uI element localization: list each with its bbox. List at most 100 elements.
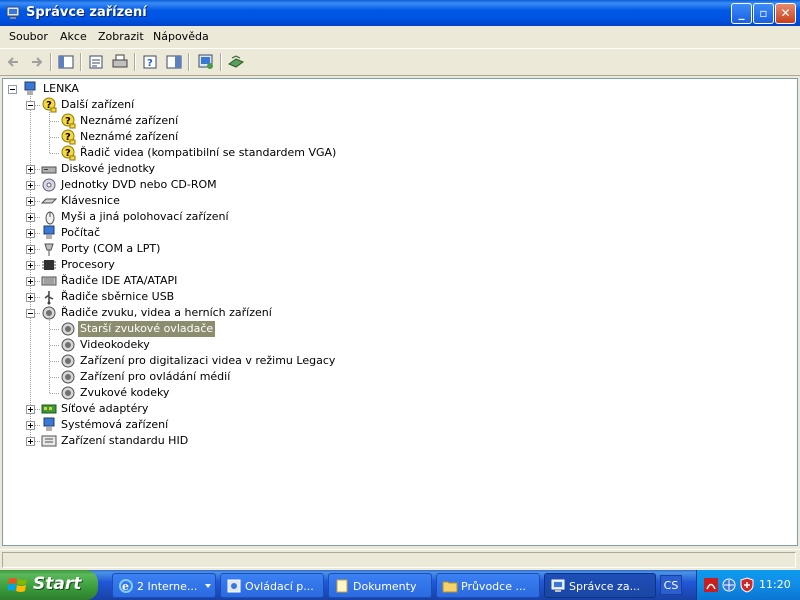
tree-device[interactable]: Videokodeky [3, 337, 603, 353]
print-icon[interactable] [110, 53, 130, 71]
clock: 11:20 [759, 578, 791, 591]
tree-category[interactable]: Myši a jiná polohovací zařízení [3, 209, 603, 225]
tree-node-label: Řadiče zvuku, videa a herních zařízení [61, 306, 272, 319]
device-tree[interactable]: LENKA? Další zařízení? Neznámé zařízení?… [2, 78, 798, 546]
language-indicator[interactable]: CS [660, 575, 682, 595]
system-device-icon [43, 417, 55, 431]
tree-category[interactable]: ? Další zařízení [3, 97, 603, 113]
tree-node-label: Starší zvukové ovladače [78, 321, 216, 337]
taskbar-item-label: Dokumenty [353, 580, 417, 593]
dropdown-arrow-icon [205, 584, 211, 588]
taskbar-item-device-manager[interactable]: Správce za... [544, 573, 656, 598]
tree-category[interactable]: Porty (COM a LPT) [3, 241, 603, 257]
computer-icon [551, 579, 565, 592]
minimize-button[interactable]: _ [731, 3, 752, 24]
forward-icon[interactable] [26, 53, 46, 71]
documents-icon [336, 579, 348, 593]
toolbar-separator [188, 53, 190, 71]
toolbar-separator [134, 53, 136, 71]
tree-node-label: Neznámé zařízení [80, 114, 179, 127]
tree-node-label: Neznámé zařízení [80, 130, 179, 143]
acrobat-icon[interactable] [703, 577, 719, 593]
usb-icon [44, 291, 54, 305]
tree-category[interactable]: Zařízení standardu HID [3, 433, 603, 449]
tree-category[interactable]: Procesory [3, 257, 603, 273]
computer-icon [6, 6, 20, 19]
tree-node-label: Řadiče IDE ATA/ATAPI [61, 274, 178, 287]
start-button[interactable]: Start [0, 570, 98, 600]
close-button[interactable]: ✕ [775, 3, 796, 24]
tree-root[interactable]: LENKA [3, 81, 303, 97]
menu-help[interactable]: Nápověda [153, 30, 209, 43]
show-hide-action-pane-icon[interactable] [164, 53, 184, 71]
status-bar-cell [2, 552, 796, 568]
tree-device[interactable]: Starší zvukové ovladače [3, 321, 603, 337]
tree-node-label: Další zařízení [61, 98, 135, 111]
taskbar-item-label: Ovládací p... [245, 580, 314, 593]
tree-device[interactable]: Zařízení pro ovládání médií [3, 369, 603, 385]
tree-node-label: Řadiče sběrnice USB [61, 290, 175, 303]
taskbar-item-internet-explorer[interactable]: e 2 Interne... [112, 573, 216, 598]
svg-text:e: e [122, 580, 129, 593]
unknown-device-icon: ? [61, 145, 76, 161]
taskbar-item-wizard[interactable]: Průvodce ... [436, 573, 540, 598]
network-adapter-icon [41, 404, 57, 414]
status-bar [0, 549, 800, 569]
sound-icon [61, 338, 75, 352]
computer-icon [43, 225, 55, 239]
taskbar-item-control-panel[interactable]: Ovládací p... [220, 573, 324, 598]
unknown-device-icon: ? [61, 129, 76, 145]
scan-hardware-icon[interactable] [196, 53, 216, 71]
windows-logo-icon [8, 578, 27, 592]
tree-category[interactable]: Řadiče IDE ATA/ATAPI [3, 273, 603, 289]
tree-category[interactable]: Počítač [3, 225, 603, 241]
menu-file[interactable]: Soubor [9, 30, 48, 43]
internet-explorer-icon: e [119, 579, 133, 593]
tree-node-label: Zařízení standardu HID [61, 434, 189, 447]
update-driver-icon[interactable] [226, 53, 246, 71]
sound-icon [61, 370, 75, 384]
tree-device[interactable]: Zařízení pro digitalizaci videa v režimu… [3, 353, 603, 369]
tree-category[interactable]: Klávesnice [3, 193, 603, 209]
show-hide-tree-icon[interactable] [56, 53, 76, 71]
maximize-button[interactable]: ▫ [753, 3, 774, 24]
tree-node-label: Počítač [61, 226, 101, 239]
taskbar-item-documents[interactable]: Dokumenty [328, 573, 432, 598]
security-shield-icon[interactable] [739, 577, 755, 593]
device-manager-window: Správce zařízení _ ▫ ✕ Soubor Akce Zobra… [0, 0, 800, 570]
tree-category[interactable]: Diskové jednotky [3, 161, 603, 177]
title-bar[interactable]: Správce zařízení _ ▫ ✕ [0, 0, 800, 26]
tree-line [49, 109, 50, 153]
tree-device[interactable]: ? Neznámé zařízení [3, 113, 603, 129]
system-tray: 11:20 [696, 570, 800, 600]
menu-view[interactable]: Zobrazit [98, 30, 144, 43]
toolbar-separator [220, 53, 222, 71]
taskbar: Start e 2 Interne... Ovládací p... Dokum… [0, 570, 800, 600]
processor-icon [42, 260, 56, 270]
menu-bar: Soubor Akce Zobrazit Nápověda [0, 26, 800, 47]
svg-text:?: ? [147, 58, 153, 69]
network-icon[interactable] [721, 577, 737, 593]
disk-drive-icon [41, 166, 57, 174]
control-panel-icon [227, 579, 241, 593]
tree-node-label: LENKA [43, 82, 79, 95]
toolbar-separator [80, 53, 82, 71]
back-icon[interactable] [4, 53, 24, 71]
tree-category[interactable]: Systémová zařízení [3, 417, 603, 433]
tree-device[interactable]: ? Neznámé zařízení [3, 129, 603, 145]
tree-category[interactable]: Řadiče zvuku, videa a herních zařízení [3, 305, 603, 321]
tree-category[interactable]: Jednotky DVD nebo CD-ROM [3, 177, 603, 193]
tree-node-label: Videokodeky [80, 338, 150, 351]
taskbar-item-label: 2 Interne... [137, 580, 198, 593]
tree-node-label: Procesory [61, 258, 115, 271]
tree-device[interactable]: Zvukové kodeky [3, 385, 603, 401]
taskbar-item-label: Správce za... [569, 580, 641, 593]
properties-icon[interactable] [86, 53, 106, 71]
hid-icon [41, 435, 57, 447]
tree-device[interactable]: ? Řadič videa (kompatibilní se standarde… [3, 145, 603, 161]
tree-node-label: Porty (COM a LPT) [61, 242, 161, 255]
help-icon[interactable]: ? [140, 53, 160, 71]
tree-category[interactable]: Řadiče sběrnice USB [3, 289, 603, 305]
tree-category[interactable]: Síťové adaptéry [3, 401, 603, 417]
menu-action[interactable]: Akce [60, 30, 87, 43]
